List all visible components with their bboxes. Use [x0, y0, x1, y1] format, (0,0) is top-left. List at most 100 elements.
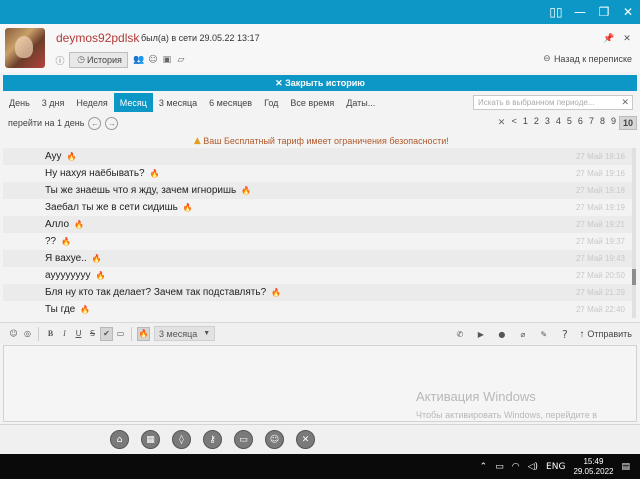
send-button[interactable]: ↑ Отправить [579, 329, 632, 340]
page-list: <1 2 3 4 5 6 7 8 9 10 [509, 116, 637, 130]
home-icon[interactable]: ⌂ [110, 430, 129, 449]
warning-text: Ваш Бесплатный тариф имеет ограничения б… [203, 136, 449, 146]
underline-button[interactable]: U [72, 327, 85, 341]
message-row[interactable]: Ауу 🔥 27 Май 19:16 [3, 148, 633, 165]
italic-button[interactable]: I [58, 327, 71, 341]
restore-icon[interactable]: ❐ [592, 0, 616, 24]
message-row[interactable]: Заебал ты же в сети сидишь 🔥 27 Май 19:19 [3, 199, 633, 216]
history-search-input[interactable]: Искать в выбранном периоде... ✕ [473, 95, 633, 110]
back-label: Назад к переписке [553, 54, 632, 64]
message-row[interactable]: Ну нахуя наёбывать? 🔥 27 Май 19:16 [3, 165, 633, 182]
period-tab[interactable]: Неделя [70, 93, 113, 112]
people-icon[interactable]: ☺ [265, 430, 284, 449]
video-call-icon[interactable]: ▶ [474, 327, 487, 341]
help-icon[interactable]: ? [558, 327, 571, 341]
sticker-icon[interactable]: ◎ [21, 327, 34, 341]
burn-status-icon: 🔥 [95, 271, 106, 280]
message-period-select[interactable]: 3 месяца ▼ [154, 326, 216, 341]
info-icon[interactable]: ⓘ [53, 53, 67, 67]
period-tab[interactable]: 3 месяца [153, 93, 203, 112]
period-tab[interactable]: Год [258, 93, 284, 112]
page-link[interactable]: 1 [520, 116, 531, 130]
period-tab[interactable]: Все время [284, 93, 340, 112]
close-icon[interactable]: ✕ [616, 0, 640, 24]
send-label: Отправить [587, 329, 632, 339]
key-icon[interactable]: ⚷ [203, 430, 222, 449]
message-text: Ты где [45, 304, 76, 315]
scrollbar-thumb[interactable] [632, 269, 636, 285]
burn-status-icon: 🔥 [61, 237, 72, 246]
page-link[interactable]: 5 [564, 116, 575, 130]
users-icon[interactable]: 👥 [132, 53, 146, 67]
edit-icon[interactable]: ✎ [537, 327, 550, 341]
fire-icon[interactable]: 🔥 [137, 326, 150, 341]
tray-chevron-icon[interactable]: ⌃ [480, 462, 488, 472]
keyboard-icon[interactable]: ▭ [114, 327, 127, 341]
back-to-chat-link[interactable]: ⊖ Назад к переписке [540, 52, 632, 66]
clock-time: 15:49 [583, 456, 604, 466]
history-button[interactable]: ◷ История [69, 52, 128, 68]
message-row[interactable]: ?? 🔥 27 Май 19:37 [3, 233, 633, 250]
close-tab-icon[interactable]: ✕ [620, 32, 634, 46]
smiley-icon[interactable]: ☺ [7, 327, 20, 341]
period-tab[interactable]: Месяц [113, 93, 153, 112]
file-icon[interactable]: ▱ [174, 53, 188, 67]
message-row[interactable]: Я вахуе.. 🔥 27 Май 19:43 [3, 250, 633, 267]
header-toolbar: ⓘ ◷ История 👥 ☺ ▣ ▱ [53, 52, 188, 68]
folder-icon[interactable]: ▭ [234, 430, 253, 449]
contact-username[interactable]: deymos92pdlsk [56, 31, 139, 45]
message-timestamp: 27 Май 19:21 [575, 220, 625, 229]
bold-button[interactable]: B [44, 327, 57, 341]
language-indicator[interactable]: ENG [546, 462, 565, 472]
message-row[interactable]: Алло 🔥 27 Май 19:21 [3, 216, 633, 233]
avatar[interactable] [5, 28, 45, 68]
photo-icon[interactable]: ▣ [160, 53, 174, 67]
send-arrow-icon: ↑ [579, 328, 585, 340]
tools-icon[interactable]: ✕ [495, 116, 509, 130]
contacts-icon[interactable]: ☺ [146, 53, 160, 67]
message-row[interactable]: ayyyyyyyy 🔥 27 Май 20:50 [3, 267, 633, 284]
page-link[interactable]: 6 [575, 116, 586, 130]
spellcheck-toggle[interactable]: ✔ [100, 326, 113, 341]
settings-icon[interactable]: ✕ [296, 430, 315, 449]
scrollbar-track[interactable] [632, 148, 636, 318]
page-link[interactable]: 8 [597, 116, 608, 130]
composer-toolbar: ☺ ◎ B I U S ✔ ▭ 🔥 3 месяца ▼ ✆ ▶ ● ⌀ ✎ ?… [0, 322, 640, 344]
goto-day-label: перейти на 1 день [8, 118, 85, 128]
window-split-icon[interactable]: ▯▯ [544, 0, 568, 24]
next-day-icon[interactable]: → [105, 116, 119, 130]
page-link[interactable]: 4 [553, 116, 564, 130]
wifi-icon[interactable]: ◠ [512, 462, 520, 472]
period-tab[interactable]: 6 месяцев [203, 93, 258, 112]
system-tray: ⌃ ▭ ◠ ◁) ENG 15:49 29.05.2022 ▤ [476, 454, 634, 479]
period-tab[interactable]: 3 дня [36, 93, 71, 112]
page-link[interactable]: 7 [586, 116, 597, 130]
prev-day-icon[interactable]: ← [88, 116, 102, 130]
message-row[interactable]: Ты же знаешь что я жду, зачем игноришь 🔥 2… [3, 182, 633, 199]
period-tab[interactable]: Даты... [340, 93, 381, 112]
close-history-button[interactable]: ✕ Закрыть историю [3, 75, 637, 91]
page-link[interactable]: 10 [618, 116, 637, 130]
bag-icon[interactable]: ◊ [172, 430, 191, 449]
strikethrough-button[interactable]: S [86, 327, 99, 341]
network-icon[interactable]: ▭ [495, 462, 504, 472]
calendar-icon[interactable]: ▦ [141, 430, 160, 449]
page-link[interactable]: 2 [531, 116, 542, 130]
attach-icon[interactable]: ⌀ [516, 327, 529, 341]
clock[interactable]: 15:49 29.05.2022 [573, 457, 613, 477]
message-row[interactable]: Ты где 🔥 27 Май 22:40 [3, 301, 633, 318]
page-link[interactable]: 9 [608, 116, 619, 130]
microphone-icon[interactable]: ● [495, 327, 508, 341]
clear-search-icon[interactable]: ✕ [621, 97, 629, 108]
period-tab[interactable]: День [3, 93, 36, 112]
minimize-icon[interactable]: — [568, 0, 592, 24]
message-row[interactable]: Бля ну кто так делает? Зачем так подстав… [3, 284, 633, 301]
pin-icon[interactable]: 📌 [602, 32, 616, 46]
notifications-icon[interactable]: ▤ [621, 462, 630, 472]
message-timestamp: 27 Май 19:18 [575, 186, 625, 195]
prev-page-link[interactable]: < [509, 116, 520, 130]
phone-icon[interactable]: ✆ [453, 327, 466, 341]
message-timestamp: 27 Май 20:50 [575, 271, 625, 280]
volume-icon[interactable]: ◁) [528, 462, 538, 472]
page-link[interactable]: 3 [542, 116, 553, 130]
